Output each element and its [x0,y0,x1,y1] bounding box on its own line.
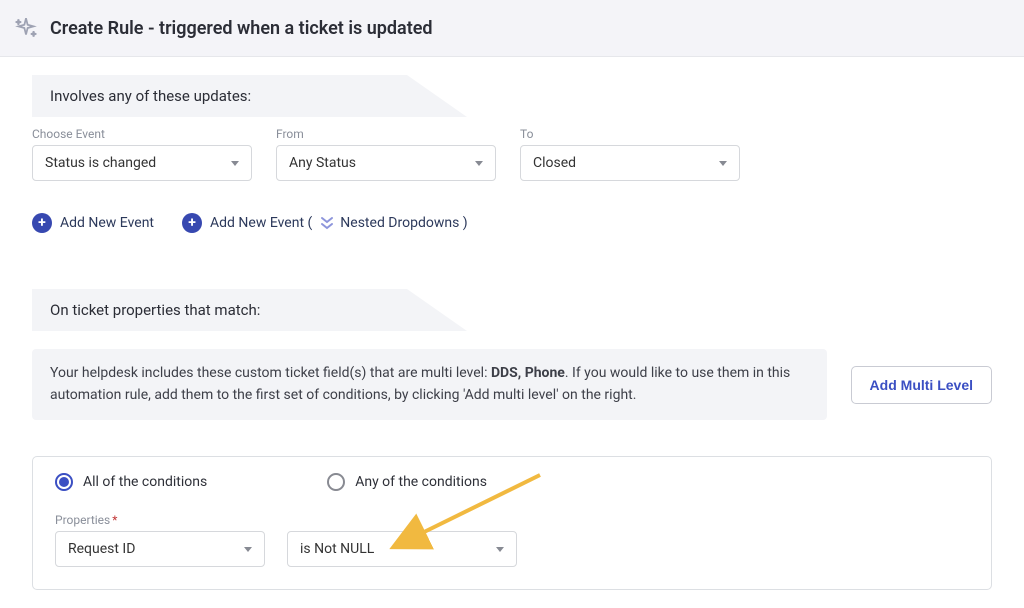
operator-select[interactable]: is Not NULL [287,531,517,567]
multi-level-info-box: Your helpdesk includes these custom tick… [32,349,827,420]
event-select[interactable]: Status is changed [32,145,252,181]
property-select-value: Request ID [68,541,135,557]
conditions-container: All of the conditions Any of the conditi… [32,456,992,590]
add-new-event-nested-label: Add New Event ( [210,215,312,231]
from-select-value: Any Status [289,155,356,171]
radio-all-label: All of the conditions [83,474,207,490]
info-text-prefix: Your helpdesk includes these custom tick… [50,365,491,381]
chevron-down-icon [475,161,483,166]
nested-dropdowns-text: Nested Dropdowns ) [340,215,467,231]
radio-any-conditions[interactable]: Any of the conditions [327,473,487,491]
add-new-event-button[interactable]: + Add New Event [32,213,154,233]
from-select[interactable]: Any Status [276,145,496,181]
property-select[interactable]: Request ID [55,531,265,567]
nested-dropdowns-icon [320,216,334,231]
chevron-down-icon [719,161,727,166]
chevron-down-icon [244,547,252,552]
to-label: To [520,127,740,141]
plus-icon: + [182,213,202,233]
updates-section-header: Involves any of these updates: [32,75,492,117]
radio-icon [55,473,73,491]
event-label: Choose Event [32,127,252,141]
add-new-event-nested-button[interactable]: + Add New Event ( Nested Dropdowns ) [182,213,468,233]
chevron-down-icon [496,547,504,552]
operator-select-value: is Not NULL [300,541,374,557]
page-header: Create Rule - triggered when a ticket is… [0,0,1024,57]
page-title: Create Rule - triggered when a ticket is… [50,18,433,39]
plus-icon: + [32,213,52,233]
from-label: From [276,127,496,141]
radio-all-conditions[interactable]: All of the conditions [55,473,207,491]
add-multi-level-button[interactable]: Add Multi Level [851,366,992,404]
info-text-bold: DDS, Phone [491,365,565,381]
add-new-event-label: Add New Event [60,215,154,231]
to-select-value: Closed [533,155,576,171]
radio-icon [327,473,345,491]
radio-any-label: Any of the conditions [355,474,487,490]
required-star: * [112,513,117,527]
properties-section-header: On ticket properties that match: [32,289,492,331]
event-select-value: Status is changed [45,155,156,171]
chevron-down-icon [231,161,239,166]
properties-label: Properties* [55,513,265,527]
sparkle-icon [12,14,40,42]
to-select[interactable]: Closed [520,145,740,181]
